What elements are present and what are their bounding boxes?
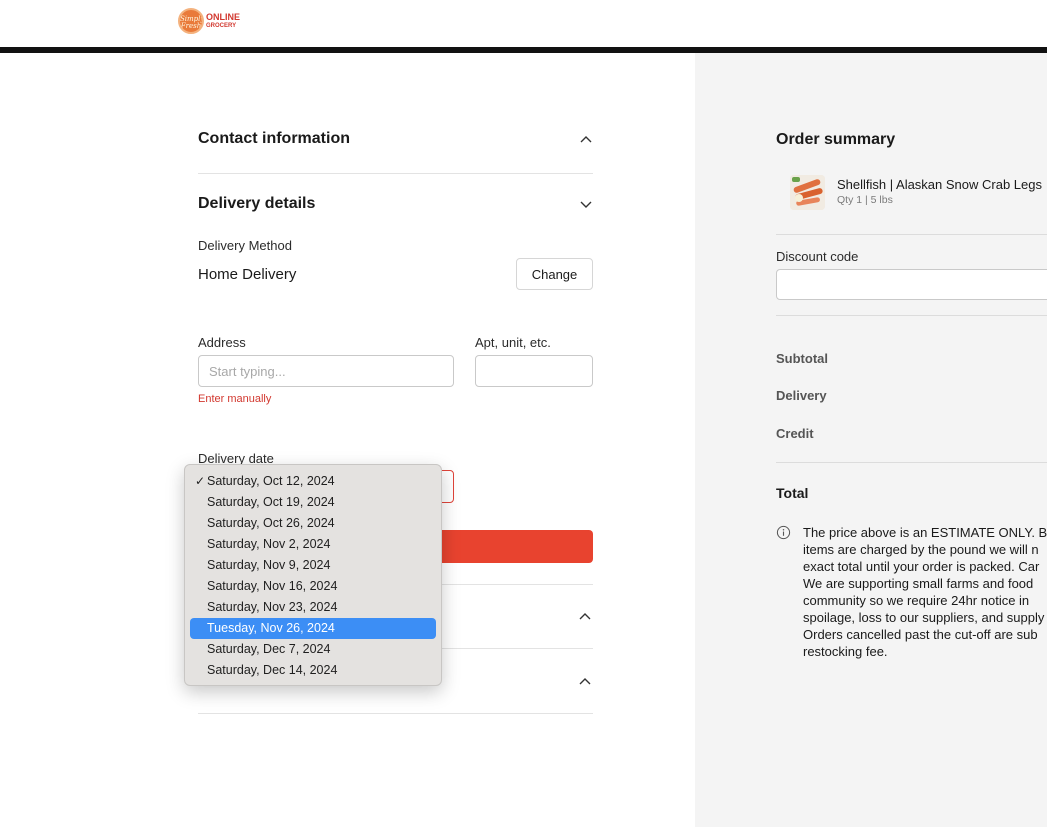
- date-option[interactable]: Saturday, Dec 14, 2024: [190, 660, 436, 681]
- order-summary-title: Order summary: [776, 131, 896, 148]
- address-label: Address: [198, 335, 246, 350]
- summary-divider: [776, 315, 1047, 316]
- crab-legs-image-icon: [790, 175, 825, 210]
- logo-badge-icon: Simply Fresh: [178, 8, 204, 34]
- product-thumbnail: [790, 175, 825, 210]
- estimate-notice: The price above is an ESTIMATE ONLY. Be …: [803, 525, 1047, 659]
- logo-wordmark: ONLINE GROCERY: [206, 11, 241, 30]
- section-divider: [198, 713, 593, 714]
- date-option[interactable]: Saturday, Nov 16, 2024: [190, 576, 436, 597]
- logo-line-grocery: GROCERY: [206, 22, 237, 29]
- logo-badge-text: Simply Fresh: [180, 15, 204, 30]
- chevron-up-icon[interactable]: [578, 674, 592, 688]
- date-option[interactable]: Saturday, Oct 19, 2024: [190, 492, 436, 513]
- date-option-label: Saturday, Oct 19, 2024: [207, 495, 335, 509]
- summary-divider: [776, 462, 1047, 463]
- delivery-method-value: Home Delivery: [198, 266, 297, 283]
- credit-label: Credit: [776, 426, 814, 441]
- date-option[interactable]: Saturday, Dec 7, 2024: [190, 639, 436, 660]
- date-option[interactable]: ✓ Saturday, Oct 12, 2024: [190, 471, 436, 492]
- date-option[interactable]: Saturday, Nov 9, 2024: [190, 555, 436, 576]
- order-summary-pane: [695, 53, 1047, 827]
- date-option-highlighted[interactable]: Tuesday, Nov 26, 2024: [190, 618, 436, 639]
- date-option-label: Saturday, Nov 16, 2024: [207, 579, 338, 593]
- date-option[interactable]: Saturday, Oct 26, 2024: [190, 513, 436, 534]
- apt-input[interactable]: [475, 355, 593, 387]
- date-option-label: Saturday, Oct 26, 2024: [207, 516, 335, 530]
- date-option-label: Saturday, Nov 9, 2024: [207, 558, 331, 572]
- section-divider: [198, 173, 593, 174]
- date-option-label: Tuesday, Nov 26, 2024: [207, 621, 335, 635]
- date-option-label: Saturday, Nov 23, 2024: [207, 600, 338, 614]
- address-input[interactable]: [198, 355, 454, 387]
- delivery-section-header[interactable]: Delivery details: [198, 195, 593, 213]
- delivery-fee-label: Delivery: [776, 388, 827, 403]
- change-delivery-method-button[interactable]: Change: [516, 258, 593, 290]
- enter-manually-link[interactable]: Enter manually: [198, 393, 271, 405]
- product-quantity: Qty 1 | 5 lbs: [837, 194, 893, 206]
- delivery-date-dropdown[interactable]: ✓ Saturday, Oct 12, 2024 Saturday, Oct 19…: [184, 464, 442, 686]
- summary-divider: [776, 234, 1047, 235]
- product-name: Shellfish | Alaskan Snow Crab Legs: [837, 177, 1042, 192]
- chevron-down-icon[interactable]: [579, 197, 593, 211]
- store-logo[interactable]: Simply Fresh ONLINE GROCERY: [178, 8, 240, 34]
- contact-section-header[interactable]: Contact information: [198, 130, 593, 148]
- discount-code-input[interactable]: [776, 269, 1047, 300]
- discount-code-label: Discount code: [776, 249, 859, 264]
- subtotal-label: Subtotal: [776, 351, 828, 366]
- delivery-section-title: Delivery details: [198, 195, 316, 212]
- info-icon: [776, 525, 791, 540]
- total-label: Total: [776, 485, 809, 501]
- logo-line-online: ONLINE: [206, 11, 241, 22]
- delivery-method-label: Delivery Method: [198, 238, 292, 253]
- top-bar: Simply Fresh ONLINE GROCERY: [0, 0, 1047, 48]
- contact-section-title: Contact information: [198, 130, 350, 147]
- date-option-label: Saturday, Oct 12, 2024: [207, 474, 335, 488]
- date-option[interactable]: Saturday, Nov 23, 2024: [190, 597, 436, 618]
- date-option-label: Saturday, Dec 7, 2024: [207, 642, 331, 656]
- date-option[interactable]: Saturday, Nov 2, 2024: [190, 534, 436, 555]
- date-option-label: Saturday, Dec 14, 2024: [207, 663, 338, 677]
- checkmark-icon: ✓: [195, 474, 206, 488]
- apt-label: Apt, unit, etc.: [475, 335, 551, 350]
- chevron-up-icon[interactable]: [578, 609, 592, 623]
- date-option-label: Saturday, Nov 2, 2024: [207, 537, 331, 551]
- chevron-up-icon[interactable]: [579, 132, 593, 146]
